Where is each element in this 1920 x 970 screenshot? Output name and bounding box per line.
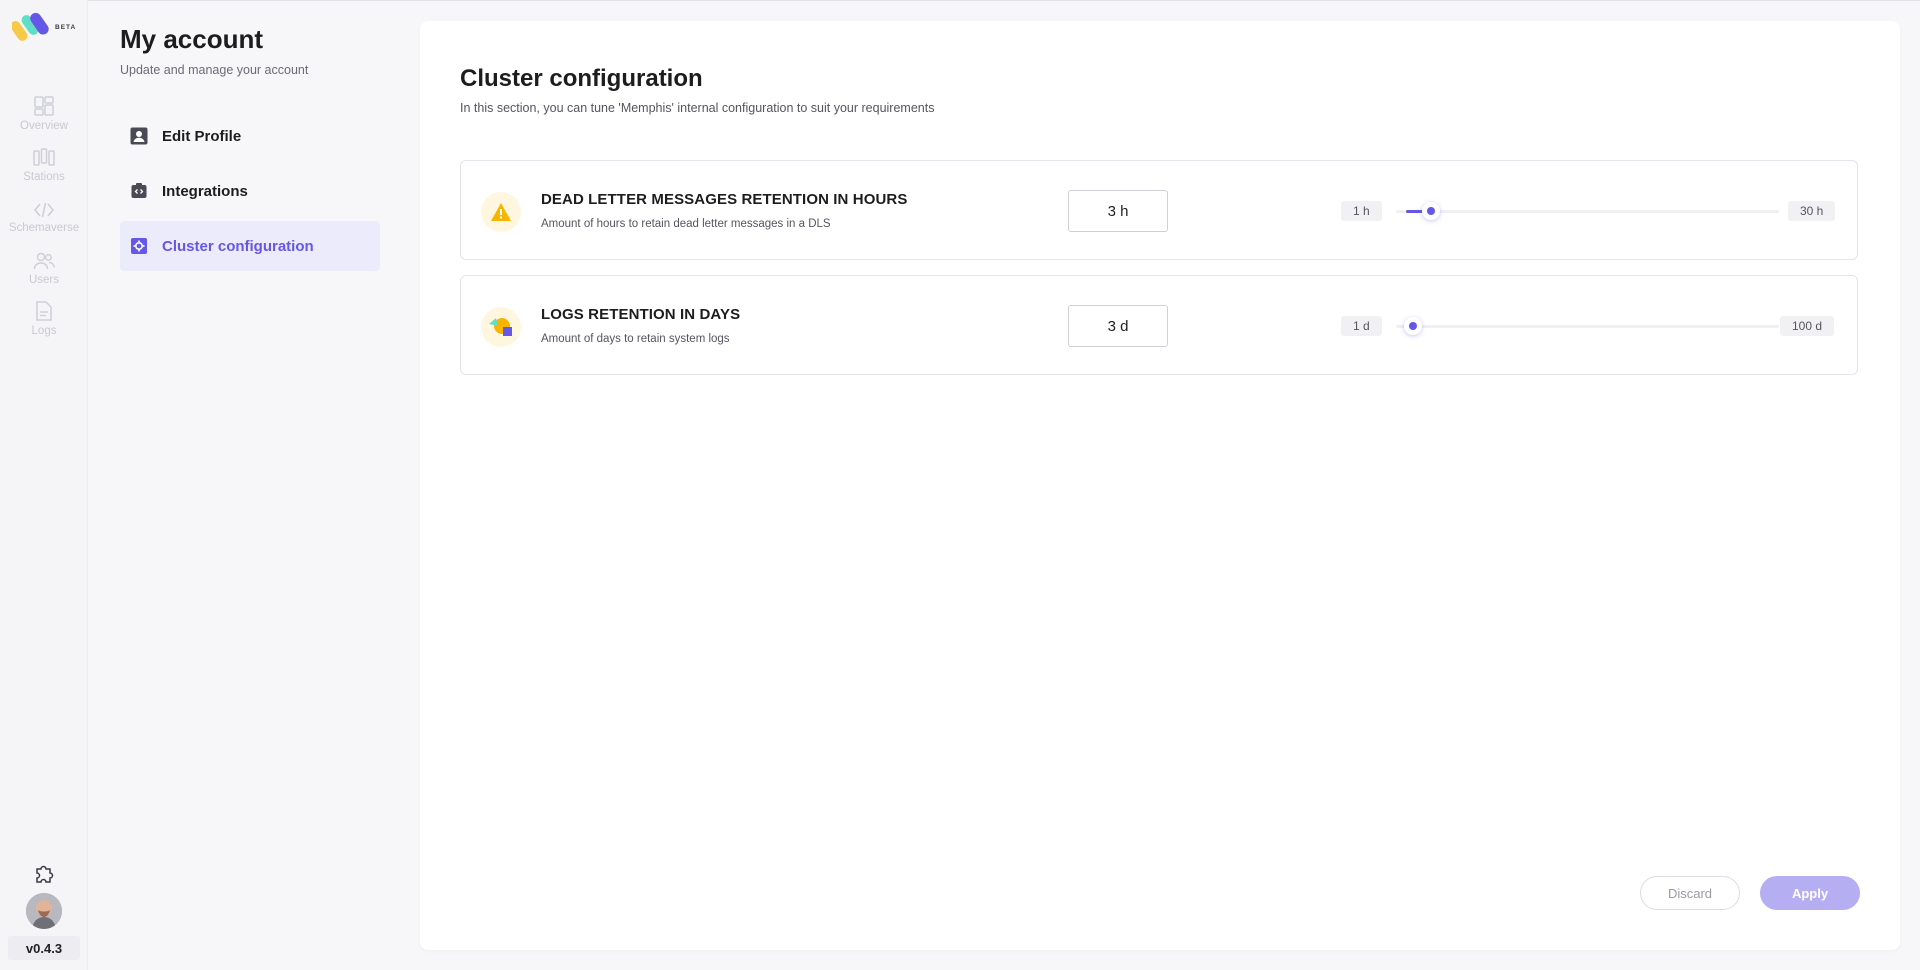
menu-item-cluster-configuration[interactable]: Cluster configuration [120, 221, 380, 271]
section-subtitle: In this section, you can tune 'Memphis' … [460, 101, 935, 115]
users-icon [33, 252, 55, 270]
avatar[interactable] [26, 893, 62, 929]
nav-item-label: Users [28, 274, 60, 286]
config-description: Amount of days to retain system logs [541, 333, 730, 345]
discard-button[interactable]: Discard [1640, 876, 1740, 910]
logs-icon [36, 301, 52, 321]
version-badge: v0.4.3 [8, 936, 80, 960]
nav-item-label: Schemaverse [8, 222, 80, 234]
cluster-config-card: Cluster configuration In this section, y… [420, 21, 1900, 950]
profile-icon [130, 127, 148, 145]
slider-track[interactable] [1396, 325, 1779, 328]
apply-button[interactable]: Apply [1760, 876, 1860, 910]
menu-item-label: Cluster configuration [162, 237, 314, 255]
stations-icon [33, 148, 55, 166]
page-subtitle: Update and manage your account [120, 63, 309, 77]
logo-mark-icon [10, 12, 49, 41]
menu-item-edit-profile[interactable]: Edit Profile [120, 111, 380, 161]
nav-item-label: Overview [20, 120, 68, 132]
puzzle-icon [36, 865, 54, 883]
user-avatar-icon [26, 893, 62, 929]
nav-item-users[interactable]: Users [0, 240, 88, 286]
logs-shapes-icon [481, 307, 521, 347]
slider-thumb[interactable] [1404, 317, 1423, 335]
nav-rail: BETA Overview Stations Schemaverse Users… [0, 0, 88, 970]
nav-item-stations[interactable]: Stations [0, 137, 88, 183]
nav-item-label: Stations [23, 171, 65, 183]
integrations-icon [130, 182, 148, 200]
menu-item-label: Edit Profile [162, 127, 242, 145]
range-min-label: 1 h [1341, 201, 1382, 221]
range-max-label: 30 h [1788, 201, 1836, 221]
section-title: Cluster configuration [460, 65, 703, 92]
overview-icon [34, 96, 54, 116]
config-title: LOGS RETENTION IN DAYS [541, 306, 741, 323]
config-title: DEAD LETTER MESSAGES RETENTION IN HOURS [541, 191, 908, 208]
menu-item-integrations[interactable]: Integrations [120, 166, 380, 216]
logs-retention-input[interactable] [1068, 305, 1168, 347]
nav-item-schemaverse[interactable]: Schemaverse [0, 188, 88, 234]
warning-icon [481, 192, 521, 232]
dls-retention-input[interactable] [1068, 190, 1168, 232]
config-description: Amount of hours to retain dead letter me… [541, 218, 831, 230]
config-row-dls-retention: DEAD LETTER MESSAGES RETENTION IN HOURS … [460, 160, 1858, 260]
beta-badge: BETA [55, 24, 77, 31]
range-max-label: 100 d [1780, 316, 1835, 336]
memphis-logo[interactable]: BETA [10, 10, 82, 44]
top-border [0, 0, 1920, 1]
range-min-label: 1 d [1341, 316, 1382, 336]
slider-thumb[interactable] [1422, 202, 1441, 220]
menu-item-label: Integrations [162, 182, 248, 200]
slider-track[interactable] [1396, 210, 1779, 213]
integrations-puzzle-button[interactable] [33, 862, 55, 884]
nav-item-label: Logs [31, 325, 57, 337]
config-row-logs-retention: LOGS RETENTION IN DAYS Amount of days to… [460, 275, 1858, 375]
nav-item-overview[interactable]: Overview [0, 86, 88, 132]
page-title: My account [120, 24, 264, 54]
gear-icon [130, 237, 148, 255]
nav-item-logs[interactable]: Logs [0, 291, 88, 337]
code-icon [33, 202, 55, 218]
